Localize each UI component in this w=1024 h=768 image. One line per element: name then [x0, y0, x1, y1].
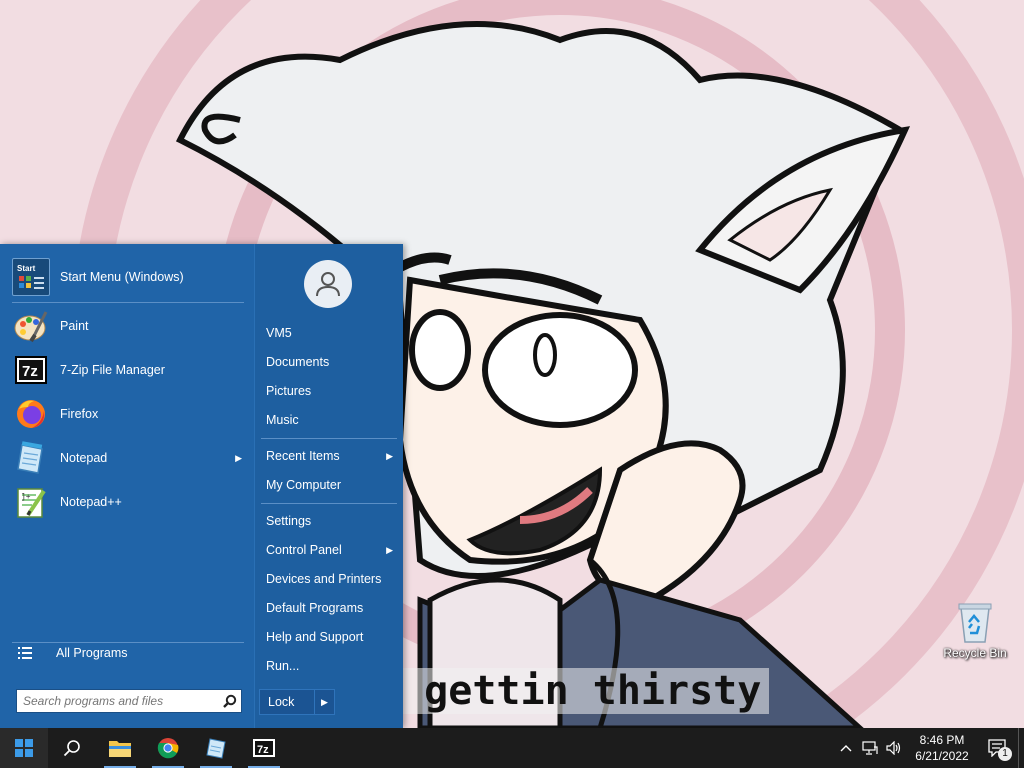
places-label: Control Panel [266, 543, 342, 557]
program-label: Start Menu (Windows) [60, 270, 184, 284]
places-item-my-computer[interactable]: My Computer [266, 474, 399, 496]
places-item-run[interactable]: Run... [266, 655, 399, 677]
divider [261, 438, 397, 439]
program-notepad-plus-plus[interactable]: ]+ Notepad++ [12, 481, 248, 523]
paint-icon [12, 307, 50, 345]
search-icon[interactable] [219, 694, 241, 708]
power-options-arrow-icon[interactable]: ▶ [314, 690, 334, 714]
svg-text:Start: Start [17, 264, 36, 273]
taskbar-file-explorer[interactable] [96, 728, 144, 768]
places-item-devices-and-printers[interactable]: Devices and Printers [266, 568, 399, 590]
program-label: Notepad [60, 451, 108, 465]
svg-text:]+: ]+ [21, 493, 31, 502]
taskbar-clock[interactable]: 8:46 PM 6/21/2022 [906, 732, 978, 764]
search-box [16, 689, 242, 713]
places-item-pictures[interactable]: Pictures [266, 380, 399, 402]
places-label: Devices and Printers [266, 572, 382, 586]
7zip-icon: 7z [253, 739, 275, 757]
speaker-icon [886, 741, 901, 755]
places-label: Settings [266, 514, 312, 528]
desktop-icon-recycle-bin[interactable]: Recycle Bin [942, 600, 1008, 660]
taskbar-chrome[interactable] [144, 728, 192, 768]
program-start-menu-windows[interactable]: Start Start Menu (Windows) [12, 256, 248, 298]
taskbar-search-button[interactable] [48, 728, 96, 768]
places-item-music[interactable]: Music [266, 409, 399, 431]
program-firefox[interactable]: Firefox [12, 393, 248, 435]
places-item-documents[interactable]: Documents [266, 351, 399, 373]
places-item-vm5[interactable]: VM5 [266, 322, 399, 344]
folder-icon [109, 741, 131, 757]
places-label: VM5 [266, 326, 292, 340]
show-hidden-icons-button[interactable] [834, 728, 858, 768]
start-menu: Start Start Menu (Windows) Paint 7z 7-Zi… [0, 244, 403, 728]
places-item-settings[interactable]: Settings [266, 510, 399, 532]
recycle-bin-icon [955, 600, 995, 644]
volume-tray-button[interactable] [882, 728, 906, 768]
recycle-bin-label: Recycle Bin [943, 646, 1007, 660]
start-menu-places-pane: VM5 Documents Pictures Music Recent Item… [254, 244, 403, 728]
all-programs-button[interactable]: All Programs [18, 646, 128, 660]
7zip-icon: 7z [12, 351, 50, 389]
program-paint[interactable]: Paint [12, 305, 248, 347]
7zip-glyph: 7z [257, 744, 269, 756]
places-label: Pictures [266, 384, 312, 398]
places-label: Documents [266, 355, 330, 369]
submenu-arrow-icon: ▶ [386, 544, 393, 555]
places-label: My Computer [266, 478, 342, 492]
places-item-control-panel[interactable]: Control Panel ▶ [266, 539, 399, 561]
windows-logo-icon [15, 739, 33, 757]
search-input[interactable] [17, 691, 219, 711]
divider [261, 503, 397, 504]
taskbar-7zip[interactable]: 7z [240, 728, 288, 768]
search-icon [63, 740, 80, 757]
user-icon [316, 272, 340, 297]
places-label: Help and Support [266, 630, 364, 644]
list-icon [18, 647, 32, 659]
places-label: Recent Items [266, 449, 340, 463]
taskbar-notepad[interactable] [192, 728, 240, 768]
firefox-icon [12, 395, 50, 433]
notepad-icon [206, 738, 226, 759]
network-tray-button[interactable] [858, 728, 882, 768]
places-label: Default Programs [266, 601, 364, 615]
clock-time: 8:46 PM [919, 733, 965, 747]
network-icon [862, 741, 878, 755]
places-label: Run... [266, 659, 300, 673]
places-item-default-programs[interactable]: Default Programs [266, 597, 399, 619]
taskbar: 7z 8:46 PM 6/21/2022 1 [0, 728, 1024, 768]
places-item-recent-items[interactable]: Recent Items ▶ [266, 445, 399, 467]
program-notepad[interactable]: Notepad ▶ [12, 437, 248, 479]
user-avatar[interactable] [304, 260, 352, 308]
notepad-icon [12, 439, 50, 477]
start-button[interactable] [0, 728, 48, 768]
chrome-icon [157, 738, 179, 759]
system-tray: 8:46 PM 6/21/2022 1 [834, 728, 1024, 768]
program-label: Firefox [60, 407, 99, 421]
action-center-button[interactable]: 1 [978, 728, 1018, 768]
program-label: 7-Zip File Manager [60, 363, 165, 377]
start-menu-programs-pane: Start Start Menu (Windows) Paint 7z 7-Zi… [0, 244, 254, 728]
show-desktop-button[interactable] [1018, 728, 1024, 768]
divider [12, 642, 244, 643]
places-label: Music [266, 413, 299, 427]
program-label: Notepad++ [60, 495, 122, 509]
start-menu-icon: Start [12, 258, 50, 296]
all-programs-label: All Programs [56, 646, 128, 660]
notepadpp-icon: ]+ [12, 483, 50, 521]
lock-button[interactable]: Lock [260, 695, 314, 709]
places-item-help-and-support[interactable]: Help and Support [266, 626, 399, 648]
program-7zip-file-manager[interactable]: 7z 7-Zip File Manager [12, 349, 248, 391]
wallpaper-caption: e gettin thirsty [368, 668, 770, 714]
submenu-arrow-icon: ▶ [386, 450, 393, 461]
notification-count-badge: 1 [998, 747, 1012, 761]
lock-button-group: Lock ▶ [259, 689, 335, 715]
svg-text:7z: 7z [22, 363, 38, 380]
clock-date: 6/21/2022 [915, 749, 969, 763]
divider [12, 302, 244, 303]
chevron-up-icon [840, 745, 852, 752]
program-label: Paint [60, 319, 89, 333]
submenu-arrow-icon: ▶ [235, 452, 242, 463]
